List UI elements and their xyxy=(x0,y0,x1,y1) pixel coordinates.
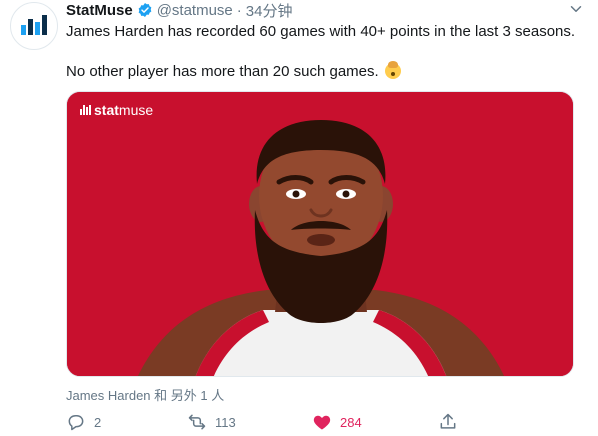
separator-dot: · xyxy=(236,1,242,19)
avatar-logo-bar xyxy=(35,22,40,35)
author-name[interactable]: StatMuse xyxy=(66,2,133,19)
media-card[interactable]: stat muse xyxy=(66,91,574,377)
avatar-logo-bar xyxy=(28,19,33,35)
brand-text-bold: stat xyxy=(94,102,119,118)
retweet-button[interactable]: 113 xyxy=(187,410,236,434)
avatar[interactable] xyxy=(10,2,58,50)
avatar-logo-bar xyxy=(42,15,47,35)
heart-filled-icon xyxy=(313,415,331,430)
tweet-text-line: No other player has more than 20 such ga… xyxy=(66,61,581,82)
retweet-icon xyxy=(188,414,206,430)
tweet-actions: 2 113 284 xyxy=(66,410,466,434)
tweet-header: StatMuse @statmuse · 34分钟 xyxy=(66,0,292,20)
verified-badge-icon xyxy=(138,3,152,17)
reply-button[interactable]: 2 xyxy=(66,410,101,434)
exploding-head-emoji-icon xyxy=(384,61,401,79)
more-options-icon[interactable] xyxy=(566,0,586,20)
reply-count: 2 xyxy=(94,414,102,430)
tagged-people[interactable]: James Harden 和 另外 1 人 xyxy=(66,385,224,404)
statmuse-logo-icon xyxy=(80,105,91,115)
author-handle[interactable]: @statmuse xyxy=(157,2,233,19)
tweet-text: James Harden has recorded 60 games with … xyxy=(66,22,581,82)
brand-text: muse xyxy=(118,102,154,118)
like-count: 284 xyxy=(340,414,362,430)
statmuse-brand: stat muse xyxy=(80,102,153,118)
avatar-logo-bar xyxy=(21,25,26,35)
timestamp[interactable]: 34分钟 xyxy=(246,0,293,21)
share-icon xyxy=(440,413,456,429)
harden-illustration xyxy=(67,92,573,376)
retweet-count: 113 xyxy=(215,414,236,430)
share-button[interactable] xyxy=(438,410,458,434)
tweet-text-line: James Harden has recorded 60 games with … xyxy=(66,23,576,40)
reply-icon xyxy=(68,415,84,431)
like-button[interactable]: 284 xyxy=(312,410,362,434)
tweet-text-span: No other player has more than 20 such ga… xyxy=(66,63,379,80)
